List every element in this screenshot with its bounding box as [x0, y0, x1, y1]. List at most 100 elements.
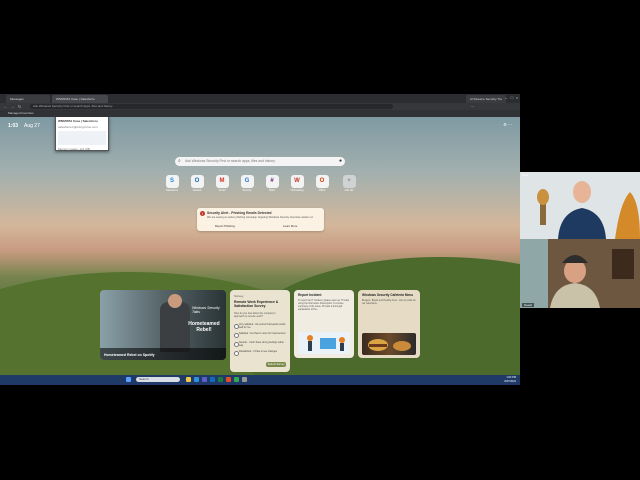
quick-link-label: Office [318, 189, 326, 192]
search-input[interactable]: ⌕ Ask Windows Security First or search a… [175, 157, 345, 166]
salesforce-icon: S [165, 175, 179, 188]
participant-2-name: Guest [522, 303, 535, 307]
quick-link-label: Slack [268, 189, 276, 192]
story-title: Hometeamed Rebel on Spotify [104, 353, 155, 357]
taskbar: Search 1:03 PM 8/27/2024 [0, 375, 520, 385]
tab-salesforce[interactable]: WNS5N51 Case | Salesforce [52, 95, 108, 103]
survey-header: Survey [234, 294, 244, 298]
person-head-image [168, 294, 182, 308]
add-icon: + [342, 175, 356, 188]
warning-icon: ! [200, 211, 205, 216]
settings-icon[interactable] [242, 377, 247, 382]
tab-strip: Messages WNS5N51 Case | Salesforce AI Re… [0, 94, 520, 103]
incident-description: To report an IT incident, please open an… [298, 299, 350, 311]
mic-icon[interactable]: ● [339, 157, 342, 166]
toolbar: ← → ↻ Ask Windows Security First or sear… [0, 103, 520, 110]
survey-option-label: Very satisfied - the current framework w… [239, 323, 286, 329]
outlook-icon: O [190, 175, 204, 188]
report-phishing-button[interactable]: Report Phishing [215, 224, 235, 228]
page-settings-icon[interactable]: ⚙ ⋯ [503, 122, 512, 127]
survey-option[interactable]: Very satisfied - the current framework w… [234, 323, 286, 332]
participant-1-image [520, 172, 640, 239]
onboarding-icon: W [290, 175, 304, 188]
favorites-folder[interactable]: Managed Favorites [8, 111, 34, 115]
participant-2-image [520, 239, 640, 308]
refresh-icon[interactable]: ↻ [17, 104, 22, 109]
cafeteria-title: Windows Security Cafeteria Menu [362, 293, 414, 297]
submit-survey-button[interactable]: Submit Survey [266, 362, 286, 367]
close-icon[interactable]: × [514, 95, 520, 101]
powerpoint-icon[interactable] [226, 377, 231, 382]
taskbar-time: 1:03 PM [506, 376, 516, 379]
quick-link-salesforce[interactable]: S Salesforce [162, 175, 182, 192]
quick-link-label: Gmail [218, 189, 226, 192]
slack-icon: # [265, 175, 279, 188]
tab-hover-preview: WNS5N51 Case | Salesforce salesforce.lig… [55, 117, 109, 151]
story-brand: Windows Security Talks [192, 306, 220, 314]
incident-card[interactable]: Report Incident To report an IT incident… [294, 290, 354, 358]
quick-link-onboarding[interactable]: W Onboarding [287, 175, 307, 192]
quick-link-label: Security [242, 189, 252, 192]
tab-security-training[interactable]: AI Resume Security Tra [466, 95, 506, 103]
address-bar[interactable]: Ask Windows Security First or search app… [30, 104, 393, 109]
chrome-icon[interactable] [234, 377, 239, 382]
survey-description: How do you feel about the company's appr… [234, 312, 276, 318]
quick-link-label: Outlook [192, 189, 202, 192]
survey-card: Survey Remote Work Experience & Satisfac… [230, 290, 290, 372]
survey-option[interactable]: Dissatisfied - I'd like to see changes [234, 350, 286, 359]
favorites-bar: Managed Favorites [0, 110, 520, 117]
preview-memory: Memory usage: 121 MB [58, 147, 90, 151]
taskbar-clock[interactable]: 1:03 PM 8/27/2024 [504, 376, 516, 383]
survey-title: Remote Work Experience & Satisfaction Su… [234, 300, 279, 308]
story-headline: Hometeamed Rebel! [188, 321, 220, 333]
quick-link-outlook[interactable]: O Outlook [187, 175, 207, 192]
search-icon: ⌕ [178, 158, 181, 164]
extensions-icon[interactable]: ⋯ [470, 104, 475, 109]
excel-icon[interactable] [218, 377, 223, 382]
forward-icon[interactable]: → [10, 104, 15, 109]
security-icon: G [240, 175, 254, 188]
tab-messages[interactable]: Messages [6, 95, 50, 103]
gmail-icon: M [215, 175, 229, 188]
quick-link-slack[interactable]: # Slack [262, 175, 282, 192]
survey-option-label: Satisfied - but there's room for improve… [239, 332, 286, 335]
participant-1-name: Host [522, 173, 529, 177]
taskbar-date: 8/27/2024 [504, 379, 516, 383]
incident-title: Report Incident [298, 293, 322, 297]
survey-option-label: Neutral - I don't have strong feelings e… [239, 341, 284, 347]
preview-url: salesforce.lightning.force.com [58, 125, 98, 129]
alert-title: Security Alert - Phishing Emails Detecte… [207, 211, 272, 215]
outlook-icon[interactable] [210, 377, 215, 382]
security-alert-banner: ! Security Alert - Phishing Emails Detec… [197, 208, 324, 231]
new-tab-page: 1:03 Aug 27 ⚙ ⋯ WNS5N51 Case | Salesforc… [0, 117, 520, 375]
cafeteria-description: Burgers, Bowls and Healthy Fuel - stop b… [362, 299, 416, 305]
quick-link-label: Salesforce [166, 189, 178, 192]
survey-option[interactable]: Neutral - I don't have strong feelings e… [234, 341, 286, 350]
quick-link-office[interactable]: O Office [312, 175, 332, 192]
story-card[interactable]: Windows Security Talks Hometeamed Rebel!… [100, 290, 226, 360]
cafeteria-card[interactable]: Windows Security Cafeteria Menu Burgers,… [358, 290, 420, 358]
food-image [362, 333, 416, 355]
back-icon[interactable]: ← [3, 104, 8, 109]
quick-link-security[interactable]: G Security [237, 175, 257, 192]
incident-illustration [298, 332, 350, 354]
learn-more-button[interactable]: Learn More [283, 224, 297, 228]
survey-option[interactable]: Satisfied - but there's room for improve… [234, 332, 286, 341]
clock-time: 1:03 [8, 123, 19, 129]
browser-window: Messages WNS5N51 Case | Salesforce AI Re… [0, 94, 520, 385]
preview-thumbnail [58, 131, 106, 145]
quick-link-add[interactable]: + Add site [339, 175, 359, 192]
start-icon[interactable] [126, 377, 131, 382]
quick-link-label: Onboarding [290, 189, 304, 192]
alert-body: We are seeing an active phishing campaig… [207, 216, 314, 219]
file-explorer-icon[interactable] [186, 377, 191, 382]
clock-date: Aug 27 [24, 123, 40, 129]
office-icon: O [315, 175, 329, 188]
search-placeholder: Ask Windows Security First or search app… [185, 159, 275, 163]
edge-icon[interactable] [194, 377, 199, 382]
taskbar-search[interactable]: Search [136, 377, 180, 382]
video-participant-1: Host [520, 172, 640, 239]
quick-links: S Salesforce O Outlook M Gmail G Security # S… [162, 175, 362, 195]
teams-icon[interactable] [202, 377, 207, 382]
quick-link-gmail[interactable]: M Gmail [212, 175, 232, 192]
